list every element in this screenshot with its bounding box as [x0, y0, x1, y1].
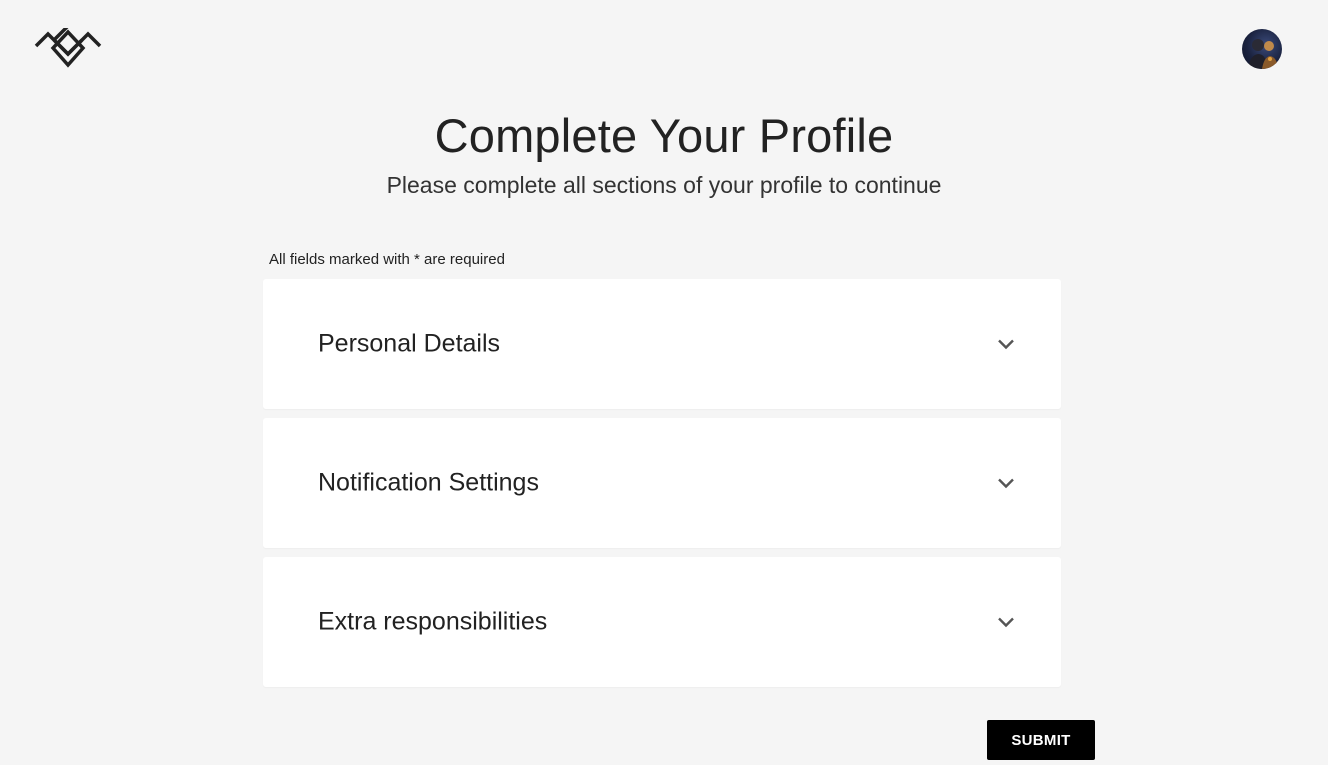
section-label: Notification Settings	[318, 468, 539, 497]
page-subtitle: Please complete all sections of your pro…	[386, 172, 942, 198]
user-avatar-icon	[1248, 39, 1278, 69]
page-title: Complete Your Profile	[434, 109, 894, 162]
chevron-down-icon[interactable]	[994, 610, 1018, 634]
section-notification-settings[interactable]: Notification Settings	[263, 418, 1061, 548]
chevron-down-icon[interactable]	[994, 332, 1018, 356]
brand-logo-icon[interactable]	[34, 28, 102, 70]
required-fields-note: All fields marked with * are required	[269, 251, 505, 268]
section-extra-responsibilities[interactable]: Extra responsibilities	[263, 557, 1061, 687]
section-label: Personal Details	[318, 329, 501, 358]
chevron-down-icon[interactable]	[994, 471, 1018, 495]
user-avatar[interactable]	[1242, 29, 1282, 69]
submit-button[interactable]: SUBMIT	[987, 720, 1095, 760]
section-personal-details[interactable]: Personal Details	[263, 279, 1061, 409]
section-label: Extra responsibilities	[318, 607, 548, 636]
